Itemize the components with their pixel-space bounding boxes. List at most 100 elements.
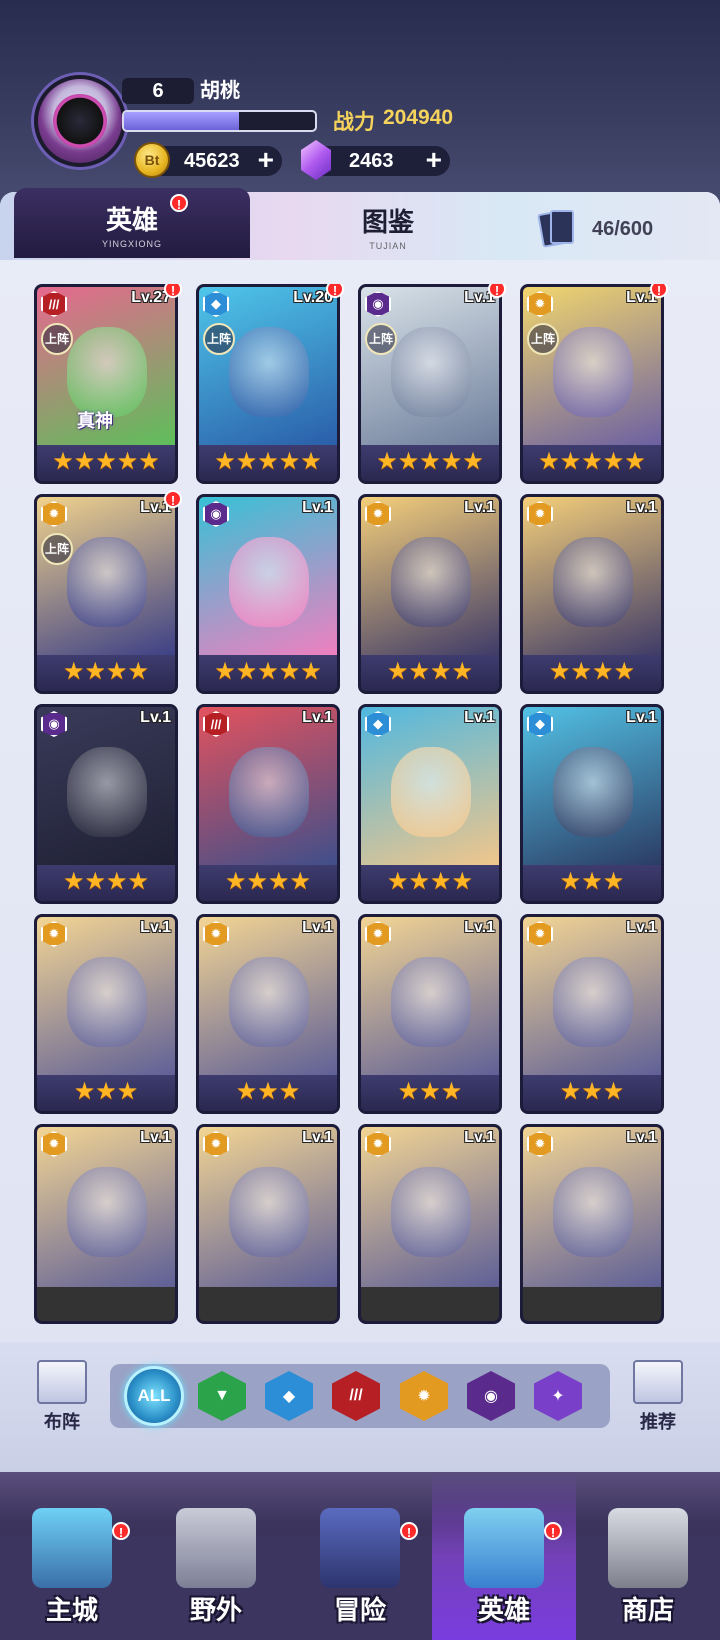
- avatar-helmet-icon: [53, 94, 107, 148]
- filter-light-icon[interactable]: ✹: [400, 1371, 448, 1421]
- hero-stars: ★★★★: [361, 655, 499, 691]
- hero-alert-badge: !: [164, 490, 182, 508]
- hero-grid: ///Lv.27 上阵 真神 ★★★★★! ◆ Lv.20 上阵 ★★★★★! ◉ Lv.1 上阵 ★…: [34, 284, 686, 1332]
- hero-card[interactable]: ◉ Lv.1 ★★★★★: [196, 494, 340, 694]
- hero-stars: ★★★: [37, 1075, 175, 1111]
- hero-face: [229, 747, 309, 837]
- hero-card[interactable]: ///Lv.1 ★★★★: [196, 704, 340, 904]
- hero-face: [67, 1167, 147, 1257]
- hero-card[interactable]: ✹ Lv.1 上阵 ★★★★★: [520, 284, 664, 484]
- hero-stars: ★★★: [361, 1075, 499, 1111]
- hero-face: [391, 747, 471, 837]
- element-filter-bar: ALL ▼ ◆ /// ✹ ◉ ✦: [110, 1364, 610, 1428]
- hero-face: [391, 957, 471, 1047]
- tab-collection-sub: TUJIAN: [369, 241, 407, 251]
- hero-face: [67, 327, 147, 417]
- nav-wild[interactable]: 野外: [144, 1472, 288, 1640]
- filter-nature-icon[interactable]: ▼: [198, 1371, 246, 1421]
- hero-level: Lv.1: [626, 1129, 657, 1146]
- hero-level: Lv.1: [626, 919, 657, 936]
- deployed-badge: 上阵: [41, 323, 73, 355]
- coin-value: 45623: [184, 150, 240, 172]
- hero-face: [391, 537, 471, 627]
- hero-card[interactable]: ✹ Lv.1 上阵 ★★★★: [34, 494, 178, 694]
- hero-card[interactable]: ◉ Lv.1 上阵 ★★★★★: [358, 284, 502, 484]
- hero-card[interactable]: ✹ Lv.1 ★★★★: [520, 494, 664, 694]
- hero-level: Lv.1: [626, 499, 657, 516]
- hero-level: Lv.1: [302, 919, 333, 936]
- nav-shop-icon: [608, 1508, 688, 1588]
- hero-alert-badge: !: [164, 284, 182, 298]
- nav-adventure-icon: [320, 1508, 400, 1588]
- hero-stars: ★★★★★: [361, 445, 499, 481]
- hero-card[interactable]: ✹ Lv.1: [196, 1124, 340, 1324]
- hero-card[interactable]: ✹ Lv.1 ★★★★: [358, 494, 502, 694]
- filter-star-icon[interactable]: ✦: [534, 1371, 582, 1421]
- exp-bar: [122, 110, 317, 132]
- hero-level: Lv.1: [464, 709, 495, 726]
- nav-adventure[interactable]: 冒险!: [288, 1472, 432, 1640]
- hero-face: [229, 1167, 309, 1257]
- hero-stars: ★★★★★: [523, 445, 661, 481]
- hero-alert-badge: !: [488, 284, 506, 298]
- filter-water-icon[interactable]: ◆: [265, 1371, 313, 1421]
- hero-card[interactable]: ✹ Lv.1: [358, 1124, 502, 1324]
- hero-card[interactable]: ✹ Lv.1 ★★★: [196, 914, 340, 1114]
- tab-heroes[interactable]: 英雄 YINGXIONG !: [14, 188, 250, 258]
- hero-card[interactable]: ◉ Lv.1 ★★★★: [34, 704, 178, 904]
- collection-count-text: 46/600: [592, 218, 654, 240]
- cards-icon: [537, 208, 574, 248]
- nav-adventure-badge: !: [400, 1522, 418, 1540]
- nav-heroes-label: 英雄: [477, 1595, 530, 1625]
- formation-button[interactable]: 布阵: [30, 1360, 94, 1440]
- tab-collection[interactable]: 图鉴 TUJIAN: [300, 198, 476, 258]
- nav-heroes-badge: !: [544, 1522, 562, 1540]
- formation-label: 布阵: [44, 1412, 80, 1432]
- bottom-nav: 主城! 野外 冒险! 英雄! 商店: [0, 1472, 720, 1640]
- add-coin-button[interactable]: +: [258, 146, 274, 174]
- hero-stars: ★★★★: [37, 865, 175, 901]
- player-name: 胡桃: [200, 80, 240, 102]
- nav-wild-icon: [176, 1508, 256, 1588]
- hero-card[interactable]: ✹ Lv.1: [520, 1124, 664, 1324]
- recommend-button[interactable]: 推荐: [626, 1360, 690, 1440]
- exp-bar-fill: [124, 112, 239, 130]
- hero-card[interactable]: ✹ Lv.1 ★★★: [34, 914, 178, 1114]
- nav-heroes[interactable]: 英雄!: [432, 1472, 576, 1640]
- hero-stars: ★★★: [523, 1075, 661, 1111]
- hero-face: [67, 747, 147, 837]
- hero-card[interactable]: ✹ Lv.1 ★★★: [358, 914, 502, 1114]
- hero-card[interactable]: ✹ Lv.1: [34, 1124, 178, 1324]
- hero-stars: ★★★★: [361, 865, 499, 901]
- tab-bar: 英雄 YINGXIONG ! 图鉴 TUJIAN 46/600: [0, 188, 720, 260]
- add-gem-button[interactable]: +: [426, 146, 442, 174]
- hero-level: Lv.1: [140, 919, 171, 936]
- hero-face: [553, 957, 633, 1047]
- filter-all-button[interactable]: ALL: [124, 1366, 184, 1426]
- hero-face: [229, 537, 309, 627]
- hero-card[interactable]: ◆ Lv.1 ★★★★: [358, 704, 502, 904]
- filter-claw-icon[interactable]: ///: [332, 1371, 380, 1421]
- gem-value: 2463: [349, 150, 394, 172]
- hero-level: Lv.1: [302, 499, 333, 516]
- hero-face: [553, 747, 633, 837]
- nav-main-city[interactable]: 主城!: [0, 1472, 144, 1640]
- hero-stars: ★★★★★: [199, 445, 337, 481]
- nav-shop[interactable]: 商店: [576, 1472, 720, 1640]
- hero-face: [553, 1167, 633, 1257]
- hero-stars: ★★★★: [199, 865, 337, 901]
- nav-wild-label: 野外: [189, 1595, 242, 1625]
- hero-face: [391, 327, 471, 417]
- hero-card[interactable]: ✹ Lv.1 ★★★: [520, 914, 664, 1114]
- hero-stars: ★★★★: [37, 655, 175, 691]
- recommend-label: 推荐: [640, 1412, 676, 1432]
- collection-count: 46/600: [537, 208, 710, 248]
- hero-card[interactable]: ◆ Lv.1 ★★★: [520, 704, 664, 904]
- hero-card[interactable]: ◆ Lv.20 上阵 ★★★★★: [196, 284, 340, 484]
- player-avatar[interactable]: [34, 75, 126, 167]
- hero-card[interactable]: ///Lv.27 上阵 真神 ★★★★★: [34, 284, 178, 484]
- filter-dark-icon[interactable]: ◉: [467, 1371, 515, 1421]
- hero-face: [553, 327, 633, 417]
- hero-stars: ★★★★★: [199, 655, 337, 691]
- hero-level: Lv.1: [464, 1129, 495, 1146]
